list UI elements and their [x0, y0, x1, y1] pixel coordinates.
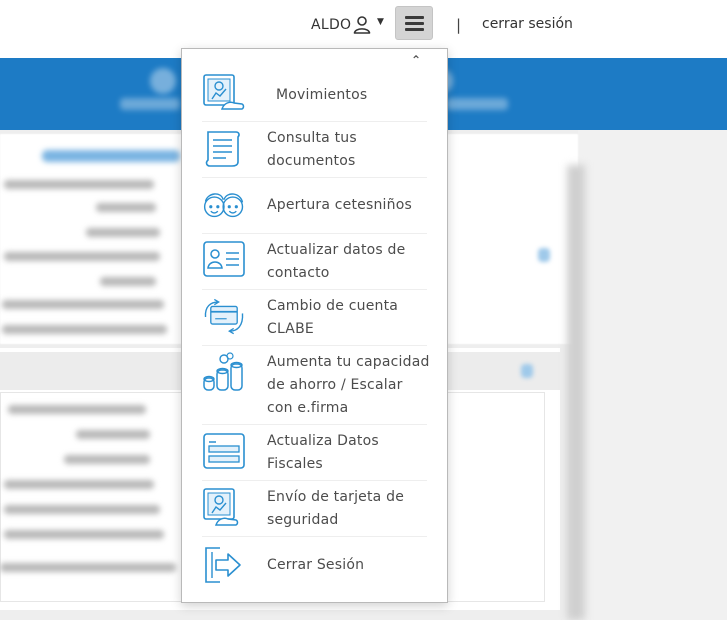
- double-chevron-up-icon[interactable]: ⌃: [408, 53, 424, 67]
- menu-item-label: Actualizar datos de contacto: [267, 242, 406, 281]
- nav-label-blurred: [120, 98, 180, 110]
- menu-item-label: Movimientos: [276, 87, 368, 103]
- nav-icon-blurred: [150, 68, 176, 94]
- contact-card-icon: [202, 239, 246, 279]
- card-exchange-icon: [202, 297, 246, 337]
- background-side: [578, 130, 727, 620]
- caret-down-icon[interactable]: ▼: [377, 17, 384, 27]
- menu-item-movimientos[interactable]: Movimientos: [182, 71, 447, 122]
- user-name[interactable]: ALDO: [311, 17, 351, 33]
- blurred-text: [2, 300, 164, 309]
- menu-item-contacto[interactable]: Actualizar datos de contacto: [182, 234, 447, 290]
- blurred-text: [0, 563, 176, 572]
- blurred-text: [2, 325, 167, 334]
- hamburger-menu-button[interactable]: [395, 6, 433, 40]
- menu-item-fiscales[interactable]: Actualiza Datos Fiscales: [182, 425, 447, 481]
- scroll-shadow: [567, 165, 585, 620]
- card-title-blurred: [42, 150, 180, 162]
- blurred-text: [64, 455, 150, 464]
- menu-item-tarjeta-seguridad[interactable]: Envío de tarjeta de seguridad: [182, 481, 447, 537]
- exit-door-icon: [202, 544, 246, 584]
- nav-label-blurred: [446, 98, 508, 110]
- blurred-text: [4, 480, 154, 489]
- menu-item-cerrar-sesion[interactable]: Cerrar Sesión: [182, 537, 447, 593]
- blurred-text: [96, 203, 156, 212]
- menu-item-label: Actualiza Datos Fiscales: [267, 433, 379, 472]
- menu-item-cetesninos[interactable]: Apertura cetesniños: [182, 178, 447, 234]
- document-scroll-icon: [202, 128, 246, 168]
- separator: |: [456, 16, 462, 34]
- blurred-text: [4, 180, 154, 189]
- menu-item-label: Cerrar Sesión: [267, 557, 365, 573]
- user-icon[interactable]: [353, 15, 371, 35]
- blurred-icon: [538, 248, 550, 262]
- menu-item-label: Cambio de cuenta CLABE: [267, 298, 399, 337]
- security-card-icon: [202, 487, 246, 527]
- blurred-text: [86, 228, 160, 237]
- menu-item-label: Aumenta tu capacidad de ahorro / Escalar…: [267, 354, 430, 416]
- blurred-text: [8, 405, 146, 414]
- menu-item-ahorro[interactable]: Aumenta tu capacidad de ahorro / Escalar…: [182, 346, 447, 425]
- blurred-icon: [521, 364, 533, 378]
- menu-item-documentos[interactable]: Consulta tus documentos: [182, 122, 447, 178]
- fiscal-form-icon: [202, 431, 246, 471]
- menu-item-label: Consulta tus documentos: [267, 130, 357, 169]
- blurred-text: [100, 277, 156, 286]
- menu-item-clabe[interactable]: Cambio de cuenta CLABE: [182, 290, 447, 346]
- top-bar: ALDO ▼ | cerrar sesión: [0, 0, 727, 52]
- blurred-text: [4, 505, 160, 514]
- children-faces-icon: [202, 185, 246, 225]
- coin-stacks-icon: [202, 352, 246, 392]
- movements-card-icon: [202, 73, 246, 113]
- blurred-text: [4, 530, 164, 539]
- menu-item-label: Envío de tarjeta de seguridad: [267, 489, 405, 528]
- logout-link[interactable]: cerrar sesión: [482, 16, 573, 32]
- menu-item-label: Apertura cetesniños: [267, 197, 412, 213]
- user-dropdown-menu: ⌃ Movimientos Consulta tus documentos Ap…: [181, 48, 448, 603]
- blurred-text: [76, 430, 150, 439]
- blurred-text: [4, 252, 160, 261]
